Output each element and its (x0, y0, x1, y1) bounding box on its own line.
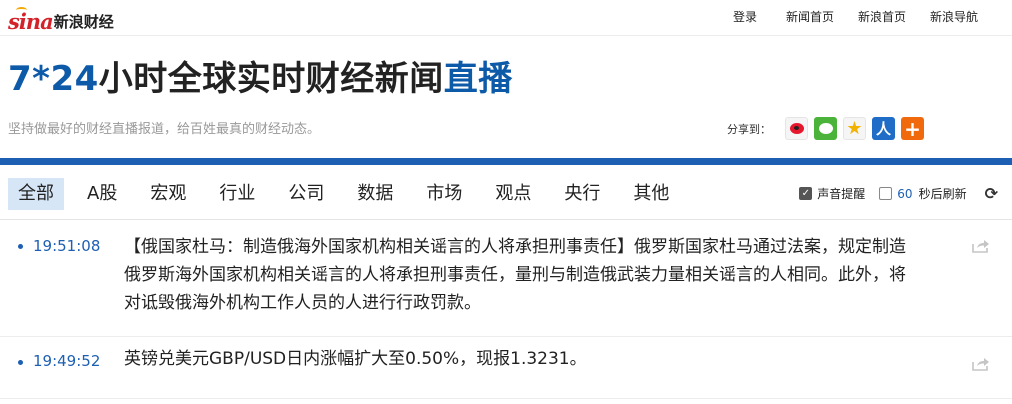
share-icon[interactable] (972, 357, 990, 371)
news-home-link[interactable]: 新闻首页 (774, 9, 846, 25)
tab-a-shares[interactable]: A股 (77, 178, 127, 210)
logo-eye-icon (16, 7, 27, 13)
tab-other[interactable]: 其他 (623, 178, 679, 210)
tab-macro[interactable]: 宏观 (140, 178, 196, 210)
tab-central-bank[interactable]: 央行 (554, 178, 610, 210)
category-tabs: 全部 A股 宏观 行业 公司 数据 市场 观点 央行 其他 (8, 178, 692, 210)
share-label: 分享到： (727, 122, 771, 136)
feed-item: 19:51:08 【俄国家杜马：制造俄海外国家机构相关谣言的人将承担刑事责任】俄… (0, 220, 1012, 337)
wechat-icon[interactable] (814, 117, 837, 140)
sina-home-link[interactable]: 新浪首页 (846, 9, 918, 25)
renren-icon[interactable]: 人 (872, 117, 895, 140)
page-subtitle: 坚持做最好的财经直播报道，给百姓最真的财经动态。 (8, 122, 321, 137)
share-icon[interactable] (972, 239, 990, 253)
tab-company[interactable]: 公司 (278, 178, 334, 210)
feed-item-time: 19:51:08 (33, 237, 101, 255)
tab-opinion[interactable]: 观点 (485, 178, 541, 210)
tab-data[interactable]: 数据 (347, 178, 403, 210)
sound-alert-checkbox[interactable]: ✓ (799, 187, 813, 200)
weibo-icon[interactable] (785, 117, 808, 140)
feed-item-text: 英镑兑美元GBP/USD日内涨幅扩大至0.50%，现报1.3231。 (124, 349, 587, 369)
tab-all[interactable]: 全部 (8, 178, 64, 210)
feed-item: 19:49:52 英镑兑美元GBP/USD日内涨幅扩大至0.50%，现报1.32… (0, 337, 1012, 399)
tab-market[interactable]: 市场 (416, 178, 472, 210)
news-feed: 19:51:08 【俄国家杜马：制造俄海外国家机构相关谣言的人将承担刑事责任】俄… (0, 220, 1012, 399)
logo-product-name: 新浪财经 (53, 13, 114, 31)
auto-refresh-checkbox[interactable] (879, 187, 893, 200)
feed-controls: ✓ 声音提醒 60 秒后刷新 ⟳ (799, 184, 998, 203)
login-link[interactable]: 登录 (716, 9, 774, 25)
title-highlight: 直播 (443, 59, 513, 99)
timeline-dot-icon (18, 360, 23, 365)
auto-refresh-label: 秒后刷新 (918, 187, 967, 201)
tab-industry[interactable]: 行业 (209, 178, 265, 210)
feed-item-text: 【俄国家杜马：制造俄海外国家机构相关谣言的人将承担刑事责任】俄罗斯国家杜马通过法… (124, 237, 906, 313)
sound-alert-label: 声音提醒 (817, 187, 866, 201)
auto-refresh-toggle[interactable]: 60 秒后刷新 (879, 185, 967, 202)
feed-item-time: 19:49:52 (33, 352, 101, 370)
top-nav: 登录 新闻首页 新浪首页 新浪导航 (716, 9, 990, 25)
title-prefix: 7*24 (8, 59, 99, 99)
refresh-icon[interactable]: ⟳ (985, 184, 998, 203)
page-title: 7*24小时全球实时财经新闻直播 (8, 58, 513, 100)
sound-alert-toggle[interactable]: ✓ 声音提醒 (799, 185, 865, 202)
refresh-seconds: 60 (897, 186, 913, 201)
page: sina 新浪财经 登录 新闻首页 新浪首页 新浪导航 7*24小时全球实时财经… (0, 0, 1012, 404)
qzone-icon[interactable]: ★ (843, 117, 866, 140)
more-share-icon[interactable]: + (901, 117, 924, 141)
title-main: 小时全球实时财经新闻 (98, 59, 444, 99)
share-bar: 分享到： ★ 人 + (727, 117, 930, 141)
top-bar: sina 新浪财经 登录 新闻首页 新浪首页 新浪导航 (0, 0, 1012, 36)
timeline-dot-icon (18, 244, 23, 249)
sina-nav-link[interactable]: 新浪导航 (918, 9, 990, 25)
logo-brand: sina (8, 7, 54, 34)
sina-finance-logo[interactable]: sina 新浪财经 (8, 7, 114, 34)
header-divider (0, 158, 1012, 165)
